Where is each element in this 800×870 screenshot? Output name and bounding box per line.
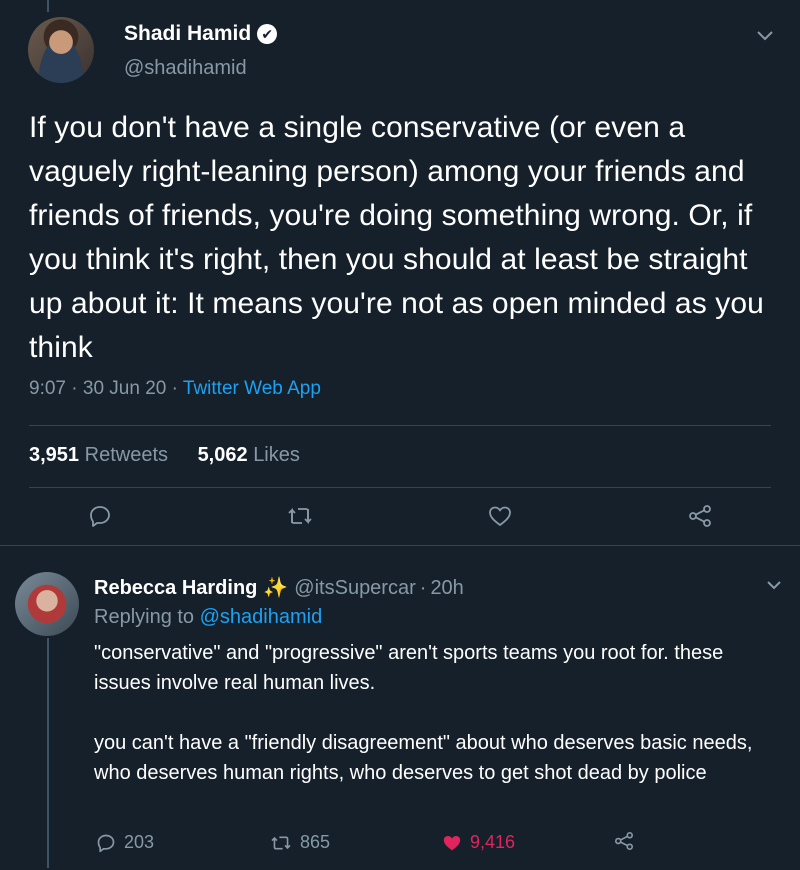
- separator: ·: [71, 378, 78, 399]
- retweets-count: 3,951: [29, 444, 80, 466]
- reply-age: 20h: [430, 577, 464, 599]
- reply-author-name[interactable]: Rebecca Harding: [94, 577, 257, 599]
- replying-to-label: Replying to: [94, 606, 195, 628]
- chevron-down-icon[interactable]: [766, 580, 782, 590]
- replying-to-handle[interactable]: @shadihamid: [200, 606, 323, 628]
- main-tweet: Shadi Hamid ✔ @shadihamid If you don't ha…: [0, 0, 800, 545]
- tweet-source-link[interactable]: Twitter Web App: [183, 378, 321, 399]
- likes-label: Likes: [253, 444, 300, 466]
- retweets-label: Retweets: [84, 444, 168, 466]
- reply-tweet[interactable]: Rebecca Harding ✨ @itsSupercar · 20h Replyin…: [0, 552, 800, 870]
- share-icon[interactable]: [688, 505, 712, 532]
- tweet-stats: 3,951 Retweets 5,062 Likes: [29, 444, 300, 467]
- like-filled-icon: [443, 835, 461, 850]
- author-name[interactable]: Shadi Hamid ✔: [124, 22, 278, 46]
- reply-paragraph: you can't have a "friendly disagreement"…: [94, 732, 753, 784]
- replying-to: Replying to @shadihamid: [94, 606, 322, 629]
- verified-icon: ✔: [257, 24, 278, 44]
- reply-author-handle[interactable]: @itsSupercar: [294, 577, 415, 599]
- reply-paragraph: "conservative" and "progressive" aren't …: [94, 642, 724, 694]
- share-action[interactable]: [614, 832, 642, 850]
- reply-count: 203: [124, 832, 155, 852]
- share-icon: [615, 832, 633, 850]
- divider: [29, 487, 771, 488]
- chevron-down-icon[interactable]: [756, 30, 774, 42]
- retweet-action[interactable]: 865: [270, 832, 330, 853]
- retweet-icon: [271, 835, 291, 850]
- avatar[interactable]: [28, 17, 94, 83]
- reply-icon: [97, 834, 115, 852]
- tweet-date: 30 Jun 20: [82, 378, 167, 399]
- separator: ·: [171, 378, 178, 399]
- tweet-time: 9:07: [29, 378, 66, 399]
- like-icon[interactable]: [488, 505, 512, 532]
- likes-count: 5,062: [197, 444, 248, 466]
- tweet-text: If you don't have a single conservative …: [29, 111, 764, 364]
- likes-stat[interactable]: 5,062 Likes: [198, 444, 300, 466]
- like-action[interactable]: 9,416: [442, 832, 515, 853]
- like-count: 9,416: [470, 832, 516, 852]
- reply-icon[interactable]: [88, 504, 112, 533]
- retweets-stat[interactable]: 3,951 Retweets: [29, 444, 168, 466]
- author-name-text[interactable]: Shadi Hamid: [124, 22, 251, 45]
- reply-text: "conservative" and "progressive" aren't …: [94, 638, 774, 788]
- separator: ·: [419, 577, 427, 599]
- retweet-count: 865: [300, 832, 331, 852]
- tweet-divider: [0, 545, 800, 546]
- reply-action[interactable]: 203: [96, 832, 154, 853]
- thread-line: [47, 638, 49, 868]
- tweet-meta: 9:07 · 30 Jun 20 · Twitter Web App: [29, 378, 321, 400]
- reply-header: Rebecca Harding ✨ @itsSupercar · 20h: [94, 575, 464, 600]
- retweet-icon[interactable]: [287, 505, 313, 532]
- divider: [29, 425, 771, 426]
- avatar[interactable]: [15, 572, 79, 636]
- sparkles-emoji: ✨: [263, 577, 289, 599]
- author-handle[interactable]: @shadihamid: [124, 57, 247, 80]
